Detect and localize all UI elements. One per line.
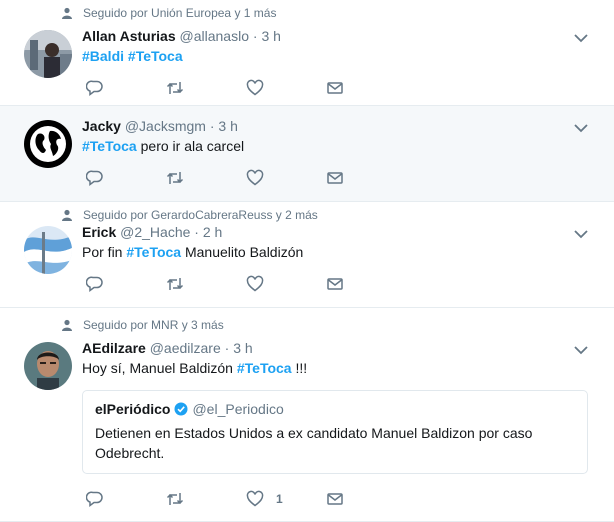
hashtag-link[interactable]: #TeToca (237, 360, 292, 376)
timestamp[interactable]: 2 h (203, 224, 222, 240)
reply-button[interactable] (86, 490, 166, 508)
person-icon (62, 7, 72, 19)
retweet-icon (166, 172, 184, 184)
tweet-text: Por fin #TeToca Manuelito Baldizón (82, 242, 303, 262)
message-icon (327, 493, 343, 505)
retweet-button[interactable] (166, 490, 246, 508)
tweet-actions (86, 79, 406, 97)
reply-icon (86, 80, 103, 96)
like-button[interactable] (246, 169, 326, 187)
social-context: Seguido por GerardoCabreraReuss y 2 más (61, 208, 318, 222)
reply-button[interactable] (86, 79, 166, 97)
author-name[interactable]: Allan Asturias (82, 28, 176, 44)
tweet-text-pre: Hoy sí, Manuel Baldizón (82, 360, 237, 376)
tweet-text-pre: Por fin (82, 244, 127, 260)
separator-dot: · (194, 224, 199, 240)
tweet[interactable]: Seguido por Unión Europea y 1 más Allan … (0, 0, 614, 106)
message-button[interactable] (326, 169, 406, 187)
like-icon (246, 79, 264, 96)
tweet-header: Allan Asturias @allanaslo · 3 h (82, 28, 281, 44)
like-icon (246, 275, 264, 292)
retweet-icon (166, 493, 184, 505)
like-icon (246, 169, 264, 186)
tweet-header: Jacky @Jacksmgm · 3 h (82, 118, 238, 134)
author-handle[interactable]: @allanaslo (180, 28, 249, 44)
avatar[interactable] (24, 342, 72, 390)
retweet-icon (166, 82, 184, 94)
tweet-text-rest: pero ir ala carcel (136, 138, 245, 154)
tweet-text: Hoy sí, Manuel Baldizón #TeToca !!! (82, 358, 307, 378)
hashtag-link[interactable]: #TeToca (82, 138, 137, 154)
tweet-actions: 1 (86, 490, 406, 508)
chevron-down-icon[interactable] (574, 345, 588, 355)
message-icon (327, 278, 343, 290)
verified-icon (174, 402, 188, 416)
timestamp[interactable]: 3 h (261, 28, 280, 44)
chevron-down-icon[interactable] (574, 33, 588, 43)
timeline-feed: Seguido por Unión Europea y 1 más Allan … (0, 0, 614, 522)
author-name[interactable]: Erick (82, 224, 116, 240)
retweet-button[interactable] (166, 275, 246, 293)
message-button[interactable] (326, 275, 406, 293)
social-context-text[interactable]: Seguido por MNR y 3 más (83, 318, 224, 332)
like-count: 1 (276, 492, 283, 506)
like-button[interactable] (246, 79, 326, 97)
like-button[interactable]: 1 (246, 490, 326, 508)
separator-dot: · (252, 28, 258, 44)
reply-button[interactable] (86, 275, 166, 293)
tweet-actions (86, 275, 406, 293)
avatar[interactable] (24, 30, 72, 78)
tweet-text: #TeToca pero ir ala carcel (82, 136, 244, 156)
message-button[interactable] (326, 79, 406, 97)
social-context: Seguido por MNR y 3 más (61, 318, 224, 332)
avatar[interactable] (24, 120, 72, 168)
social-context: Seguido por Unión Europea y 1 más (61, 6, 276, 20)
retweet-icon (166, 278, 184, 290)
social-context-text[interactable]: Seguido por Unión Europea y 1 más (83, 6, 276, 20)
reply-icon (86, 491, 103, 507)
author-handle[interactable]: @aedilzare (150, 340, 221, 356)
like-button[interactable] (246, 275, 326, 293)
tweet[interactable]: Seguido por GerardoCabreraReuss y 2 más … (0, 202, 614, 308)
chevron-down-icon[interactable] (574, 123, 588, 133)
reply-icon (86, 276, 103, 292)
tweet-text-rest: !!! (291, 360, 308, 376)
separator-dot: · (224, 340, 230, 356)
tweet-header: AEdilzare @aedilzare · 3 h (82, 340, 253, 356)
timestamp[interactable]: 3 h (218, 118, 237, 134)
author-handle[interactable]: @2_Hache (120, 224, 190, 240)
author-handle[interactable]: @Jacksmgm (125, 118, 206, 134)
message-button[interactable] (326, 490, 406, 508)
timestamp[interactable]: 3 h (233, 340, 252, 356)
tweet-text-rest: Manuelito Baldizón (181, 244, 304, 260)
author-name[interactable]: Jacky (82, 118, 121, 134)
reply-icon (86, 170, 103, 186)
tweet-text: #Baldi #TeToca (82, 46, 183, 66)
avatar[interactable] (24, 226, 72, 274)
retweet-button[interactable] (166, 79, 246, 97)
tweet[interactable]: Seguido por MNR y 3 más AEdilzare @aedil… (0, 308, 614, 522)
hashtag-link[interactable]: #Baldi (82, 48, 124, 64)
message-icon (327, 172, 343, 184)
person-icon (62, 319, 72, 331)
reply-button[interactable] (86, 169, 166, 187)
hashtag-link[interactable]: #TeToca (126, 244, 181, 260)
social-context-text[interactable]: Seguido por GerardoCabreraReuss y 2 más (83, 208, 318, 222)
chevron-down-icon[interactable] (574, 229, 588, 239)
person-icon (62, 209, 72, 221)
author-name[interactable]: AEdilzare (82, 340, 146, 356)
quoted-tweet[interactable]: elPeriódico @el_Periodico Detienen en Es… (82, 390, 588, 474)
hashtag-link[interactable]: #TeToca (128, 48, 183, 64)
quoted-tweet-text: Detienen en Estados Unidos a ex candidat… (95, 425, 533, 461)
quoted-author-name: elPeriódico (95, 401, 171, 417)
tweet-actions (86, 169, 406, 187)
separator-dot: · (209, 118, 215, 134)
like-icon (246, 490, 264, 507)
tweet-header: Erick @2_Hache · 2 h (82, 224, 222, 240)
message-icon (327, 82, 343, 94)
quoted-tweet-header: elPeriódico @el_Periodico (95, 401, 575, 417)
retweet-button[interactable] (166, 169, 246, 187)
quoted-author-handle: @el_Periodico (192, 401, 284, 417)
tweet[interactable]: Jacky @Jacksmgm · 3 h #TeToca pero ir al… (0, 106, 614, 202)
